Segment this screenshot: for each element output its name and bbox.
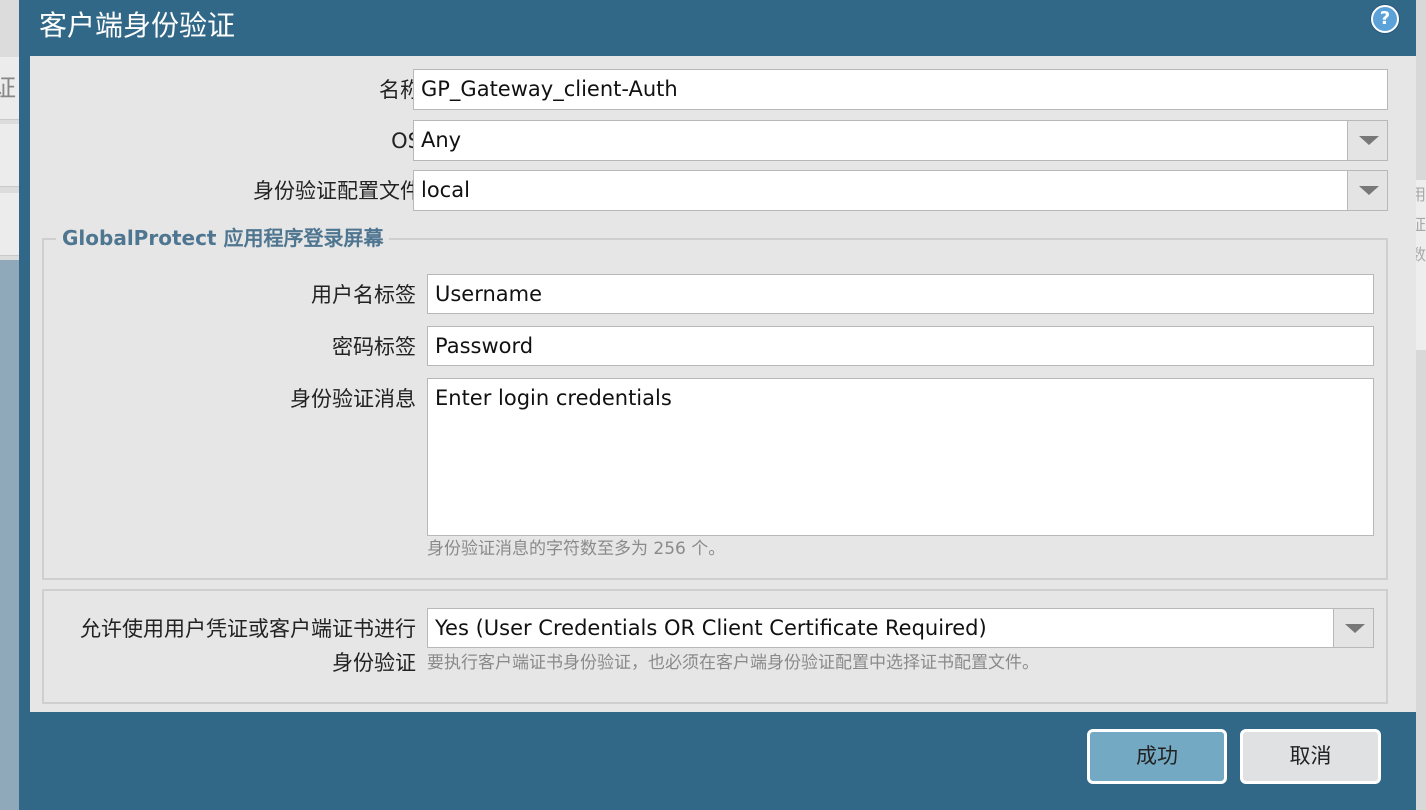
- os-select[interactable]: Any: [413, 120, 1388, 161]
- allow-auth-label-line2: 身份验证: [332, 651, 416, 675]
- ok-button[interactable]: 成功: [1087, 729, 1227, 784]
- password-label-input[interactable]: Password: [427, 326, 1374, 366]
- allow-auth-group: 允许使用用户凭证或客户端证书进行 身份验证 Yes (User Credenti…: [42, 589, 1388, 704]
- cancel-button[interactable]: 取消: [1240, 729, 1381, 784]
- os-select-value: Any: [421, 128, 462, 152]
- dialog-title-bar[interactable]: 客户端身份验证 ?: [19, 0, 1416, 56]
- allow-auth-select[interactable]: Yes (User Credentials OR Client Certific…: [427, 608, 1374, 648]
- dialog-title: 客户端身份验证: [39, 9, 236, 42]
- login-screen-group: GlobalProtect 应用程序登录屏幕 用户名标签 Username 密码…: [42, 223, 1388, 580]
- auth-message-textarea[interactable]: Enter login credentials: [427, 378, 1374, 536]
- chevron-down-icon[interactable]: [1347, 171, 1387, 210]
- username-label-label: 用户名标签: [311, 283, 416, 307]
- allow-auth-value: Yes (User Credentials OR Client Certific…: [435, 616, 987, 640]
- auth-message-hint: 身份验证消息的字符数至多为 256 个。: [427, 539, 726, 559]
- chevron-down-icon[interactable]: [1347, 121, 1387, 160]
- username-label-input[interactable]: Username: [427, 274, 1374, 314]
- auth-profile-value: local: [421, 178, 470, 202]
- help-icon[interactable]: ?: [1371, 5, 1399, 33]
- auth-profile-select[interactable]: local: [413, 170, 1388, 211]
- login-screen-legend: GlobalProtect 应用程序登录屏幕: [56, 223, 390, 253]
- allow-auth-label-line1: 允许使用用户凭证或客户端证书进行: [80, 617, 416, 641]
- allow-auth-hint: 要执行客户端证书身份验证，也必须在客户端身份验证配置中选择证书配置文件。: [427, 653, 1039, 673]
- name-input[interactable]: GP_Gateway_client-Auth: [413, 69, 1388, 110]
- background-tab-label: 证: [0, 57, 16, 119]
- password-label-label: 密码标签: [332, 335, 416, 359]
- chevron-down-icon[interactable]: [1333, 609, 1373, 647]
- auth-message-label: 身份验证消息: [290, 387, 416, 411]
- dialog-content: 名称 GP_Gateway_client-Auth OS Any 身份验证配置文…: [30, 56, 1416, 712]
- client-auth-dialog: 客户端身份验证 ? 名称 GP_Gateway_client-Auth OS A…: [19, 0, 1416, 810]
- auth-profile-label: 身份验证配置文件: [253, 179, 421, 203]
